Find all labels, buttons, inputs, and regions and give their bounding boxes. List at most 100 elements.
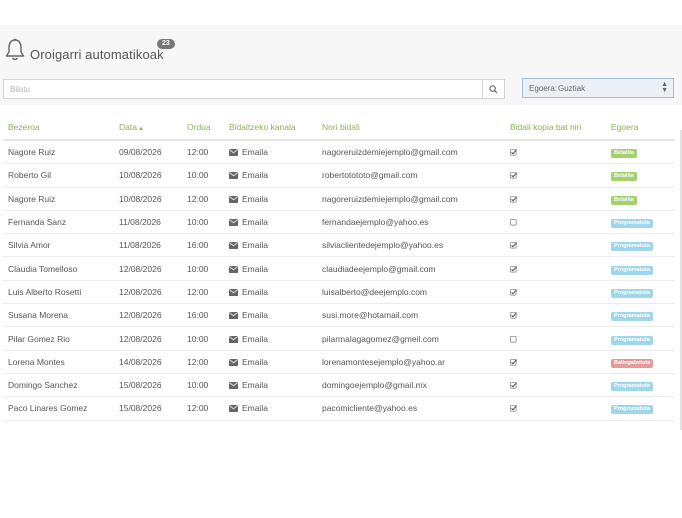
cell-time: 12:00 bbox=[182, 396, 224, 421]
table-header-row: Bezeroa Data▲ Ordua Bidaltzeko kanala No… bbox=[3, 115, 675, 141]
table-row[interactable]: Susana Morena 12/08/2026 16:00 Emaila susi.m… bbox=[3, 303, 675, 328]
channel-label: Emaila bbox=[242, 170, 268, 181]
checkbox-checked-icon[interactable] bbox=[510, 241, 518, 249]
sort-asc-icon: ▲ bbox=[137, 126, 144, 132]
table-row[interactable]: Fernanda Sanz 11/08/2026 10:00 Emaila fernan… bbox=[3, 210, 675, 235]
table-row[interactable]: Claudia Tomelloso 12/08/2026 10:00 Emaila cl… bbox=[3, 256, 675, 281]
channel-label: Emaila bbox=[242, 263, 268, 274]
search-input[interactable] bbox=[4, 80, 474, 98]
envelope-icon bbox=[229, 404, 238, 413]
cell-time: 16:00 bbox=[182, 233, 224, 258]
checkbox-unchecked-icon[interactable] bbox=[510, 218, 517, 226]
cell-recipient: fernandaejemplo@yahoo.es bbox=[317, 210, 505, 235]
cell-status: Baliogabetuta bbox=[606, 350, 675, 374]
cell-channel: Emaila bbox=[224, 303, 317, 328]
cell-status: Bidalita bbox=[606, 140, 675, 165]
status-badge: Programatuta bbox=[611, 288, 653, 298]
cell-copy bbox=[505, 140, 606, 165]
column-header-status[interactable]: Egoera bbox=[606, 115, 675, 141]
checkbox-checked-icon[interactable] bbox=[510, 381, 518, 389]
cell-client: Paco Linares Gomez bbox=[3, 396, 114, 421]
cell-status: Programatuta bbox=[606, 326, 675, 351]
checkbox-checked-icon[interactable] bbox=[510, 195, 518, 203]
envelope-icon bbox=[229, 265, 238, 273]
cell-channel: Emaila bbox=[224, 233, 317, 258]
cell-status: Programatuta bbox=[606, 210, 675, 235]
envelope-icon bbox=[229, 241, 238, 250]
table-area: Bezeroa Data▲ Ordua Bidaltzeko kanala No… bbox=[0, 105, 682, 518]
checkbox-checked-icon[interactable] bbox=[510, 171, 518, 179]
channel-label: Emaila bbox=[242, 286, 268, 297]
cell-channel: Emaila bbox=[224, 373, 317, 398]
table-row[interactable]: Luis Alberto Rosetti 12/08/2026 12:00 Email… bbox=[3, 280, 675, 305]
cell-status: Programatuta bbox=[606, 373, 675, 398]
status-badge: Bidalita bbox=[611, 195, 637, 205]
status-badge: Programatuta bbox=[611, 265, 653, 275]
cell-date: 12/08/2026 bbox=[114, 326, 182, 351]
channel-label: Emaila bbox=[242, 217, 268, 228]
table-row[interactable]: Nagore Ruiz 10/08/2026 12:00 Emaila nagoreru… bbox=[3, 187, 675, 211]
table-row[interactable]: Nagore Ruiz 09/08/2026 12:00 Emaila nagoreru… bbox=[3, 140, 675, 165]
table-row[interactable]: Roberto Gil 10/08/2026 10:00 Emaila robertot… bbox=[3, 163, 675, 188]
cell-client: Silvia Amor bbox=[3, 233, 114, 258]
table-row[interactable]: Domingo Sanchez 15/08/2026 10:00 Emaila domi… bbox=[3, 373, 675, 398]
status-badge: Bidalita bbox=[611, 172, 637, 182]
cell-recipient: claudiadeejemplo@gmail.com bbox=[317, 256, 505, 281]
table-body: Nagore Ruiz 09/08/2026 12:00 Emaila nagoreru… bbox=[3, 140, 675, 421]
status-badge: Baliogabetuta bbox=[611, 358, 654, 368]
cell-date: 12/08/2026 bbox=[114, 280, 182, 305]
cell-recipient: susi.more@hotamail.com bbox=[317, 303, 505, 328]
status-badge: Bidalita bbox=[611, 149, 637, 159]
cell-time: 16:00 bbox=[182, 303, 224, 328]
envelope-icon bbox=[229, 288, 238, 296]
cell-date: 12/08/2026 bbox=[114, 256, 182, 281]
cell-date: 15/08/2026 bbox=[114, 396, 182, 421]
cell-client: Lorena Montes bbox=[3, 350, 114, 374]
envelope-icon bbox=[229, 148, 238, 157]
search-button[interactable] bbox=[482, 80, 504, 98]
cell-recipient: domingoejemplo@gmail.mx bbox=[317, 373, 505, 398]
column-header-copy[interactable]: Bidali kopia bat niri bbox=[505, 115, 606, 141]
cell-client: Pilar Gomez Rio bbox=[3, 326, 114, 351]
table-row[interactable]: Silvia Amor 11/08/2026 16:00 Emaila silviacl… bbox=[3, 233, 675, 258]
envelope-icon bbox=[229, 171, 238, 180]
cell-channel: Emaila bbox=[224, 210, 317, 235]
cell-client: Claudia Tomelloso bbox=[3, 256, 114, 281]
cell-time: 10:00 bbox=[182, 163, 224, 188]
table-row[interactable]: Paco Linares Gomez 15/08/2026 12:00 Emaila p… bbox=[3, 396, 675, 421]
checkbox-checked-icon[interactable] bbox=[510, 265, 518, 273]
table-row[interactable]: Pilar Gomez Rio 12/08/2026 10:00 Emaila pila… bbox=[3, 326, 675, 351]
column-header-to[interactable]: Nori bidali bbox=[317, 115, 505, 141]
cell-copy bbox=[505, 373, 606, 398]
channel-label: Emaila bbox=[242, 240, 268, 251]
column-header-client[interactable]: Bezeroa bbox=[3, 115, 114, 141]
column-header-channel[interactable]: Bidaltzeko kanala bbox=[224, 115, 317, 141]
status-badge: Programatuta bbox=[611, 312, 653, 322]
cell-copy bbox=[505, 163, 606, 188]
cell-copy bbox=[505, 303, 606, 328]
cell-channel: Emaila bbox=[224, 280, 317, 305]
channel-label: Emaila bbox=[242, 403, 268, 414]
channel-label: Emaila bbox=[242, 147, 268, 158]
column-header-date[interactable]: Data▲ bbox=[114, 115, 182, 141]
cell-time: 12:00 bbox=[182, 350, 224, 374]
cell-channel: Emaila bbox=[224, 396, 317, 421]
checkbox-checked-icon[interactable] bbox=[510, 404, 518, 412]
cell-status: Programatuta bbox=[606, 256, 675, 281]
cell-time: 12:00 bbox=[182, 140, 224, 165]
panel-header: Oroigarri automatikoak 23 bbox=[0, 25, 682, 75]
checkbox-unchecked-icon[interactable] bbox=[510, 335, 517, 342]
channel-label: Emaila bbox=[242, 310, 268, 321]
cell-status: Programatuta bbox=[606, 280, 675, 305]
status-filter-select[interactable]: Egoera: Guztiak ▲ ▼ bbox=[522, 78, 674, 98]
table-row[interactable]: Lorena Montes 14/08/2026 12:00 Emaila lorena… bbox=[3, 350, 675, 374]
search-box bbox=[3, 79, 505, 99]
cell-status: Bidalita bbox=[606, 187, 675, 211]
column-header-time[interactable]: Ordua bbox=[182, 115, 224, 141]
checkbox-checked-icon[interactable] bbox=[510, 288, 518, 296]
reminders-table: Bezeroa Data▲ Ordua Bidaltzeko kanala No… bbox=[3, 115, 675, 421]
checkbox-checked-icon[interactable] bbox=[510, 148, 518, 156]
checkbox-checked-icon[interactable] bbox=[510, 311, 518, 319]
cell-date: 12/08/2026 bbox=[114, 303, 182, 328]
checkbox-checked-icon[interactable] bbox=[510, 358, 518, 366]
